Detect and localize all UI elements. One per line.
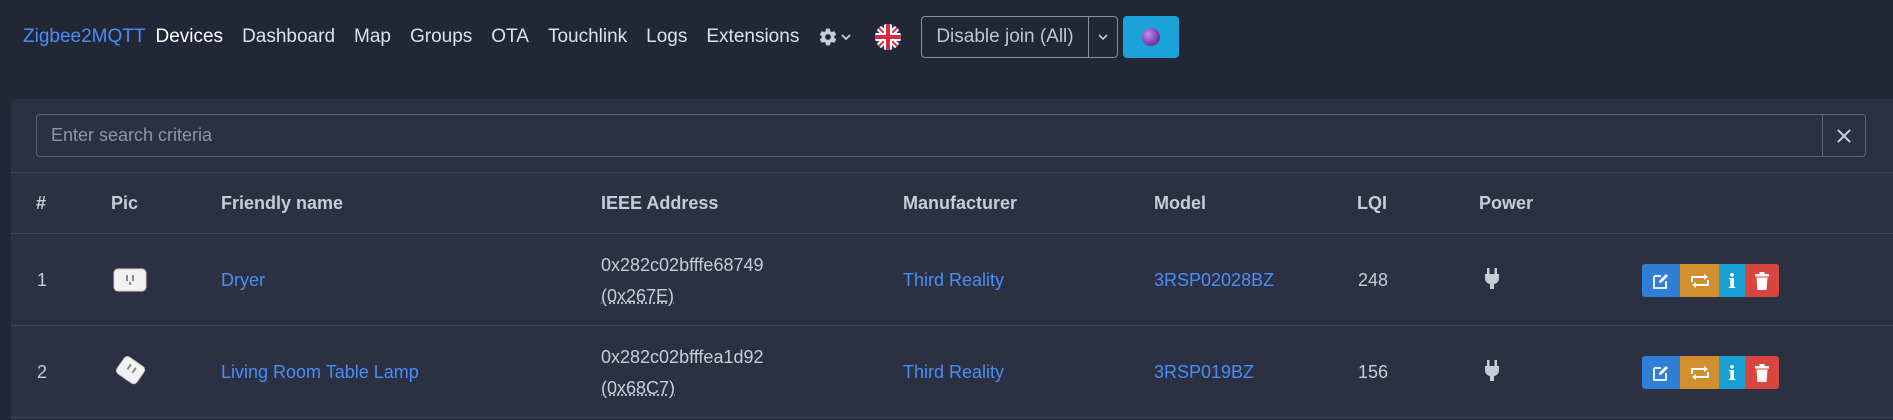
nav-extensions[interactable]: Extensions [706, 26, 799, 48]
model-link[interactable]: 3RSP02028BZ [1154, 270, 1274, 291]
row-index: 1 [37, 270, 48, 290]
header-pic: Pic [111, 193, 139, 213]
edit-icon [1653, 273, 1668, 289]
divider [11, 233, 1893, 234]
smart-plug-icon [112, 354, 148, 393]
remove-button[interactable] [1745, 264, 1779, 297]
edit-button[interactable] [1642, 264, 1680, 297]
settings-dropdown[interactable] [818, 27, 851, 47]
rename-button[interactable] [1680, 264, 1719, 297]
header-ieee[interactable]: IEEE Address [601, 193, 718, 214]
network-address: (0x68C7) [601, 378, 676, 398]
chevron-down-icon [1098, 34, 1108, 41]
nav-dashboard[interactable]: Dashboard [242, 26, 335, 48]
ieee-address: 0x282c02bfffea1d92 [601, 347, 764, 367]
remove-button[interactable] [1745, 356, 1779, 389]
model-link[interactable]: 3RSP019BZ [1154, 362, 1254, 383]
info-icon: i [1728, 360, 1736, 385]
close-icon [1837, 128, 1851, 143]
header-lqi[interactable]: LQI [1357, 193, 1387, 214]
search-input[interactable] [36, 114, 1822, 157]
info-button[interactable]: i [1719, 356, 1745, 389]
device-name-link[interactable]: Dryer [221, 270, 265, 291]
join-options-toggle[interactable] [1088, 16, 1118, 58]
header-manufacturer[interactable]: Manufacturer [903, 193, 1017, 214]
permit-join-timer-button[interactable] [1122, 16, 1179, 58]
plug-icon [1484, 360, 1500, 387]
rename-icon [1690, 365, 1709, 380]
header-model[interactable]: Model [1154, 193, 1206, 214]
divider [11, 325, 1893, 326]
nav-devices[interactable]: Devices [155, 26, 223, 48]
trash-icon [1755, 271, 1769, 290]
manufacturer-link[interactable]: Third Reality [903, 270, 1004, 291]
chevron-down-icon [841, 34, 851, 41]
nav-logs[interactable]: Logs [646, 26, 687, 48]
zigbee-orb-icon [1141, 28, 1160, 46]
rename-button[interactable] [1680, 356, 1719, 389]
trash-icon [1755, 363, 1769, 382]
permit-join-group: Disable join (All) [921, 16, 1118, 58]
manufacturer-link[interactable]: Third Reality [903, 362, 1004, 383]
row-index: 2 [37, 362, 48, 382]
network-address: (0x267E) [601, 286, 675, 306]
rename-icon [1690, 273, 1709, 288]
lqi-value: 248 [1358, 270, 1389, 290]
search-bar [36, 114, 1866, 157]
row-actions: i [1642, 356, 1779, 389]
header-index: # [36, 193, 47, 213]
header-friendly-name[interactable]: Friendly name [221, 193, 343, 214]
disable-join-button[interactable]: Disable join (All) [921, 16, 1089, 58]
clear-search-button[interactable] [1822, 114, 1866, 157]
divider [11, 172, 1893, 173]
nav-touchlink[interactable]: Touchlink [548, 26, 627, 48]
plug-icon [1484, 268, 1500, 295]
info-icon: i [1728, 268, 1736, 293]
edit-icon [1653, 365, 1668, 381]
ieee-address: 0x282c02bfffe68749 [601, 255, 764, 275]
info-button[interactable]: i [1719, 264, 1745, 297]
nav-groups[interactable]: Groups [410, 26, 472, 48]
nav-map[interactable]: Map [354, 26, 391, 48]
header-power[interactable]: Power [1479, 193, 1533, 214]
lqi-value: 156 [1358, 362, 1389, 382]
gear-icon [820, 28, 837, 46]
brand-link[interactable]: Zigbee2MQTT [23, 26, 145, 48]
uk-flag-icon[interactable] [875, 24, 902, 50]
divider [11, 417, 1893, 418]
smart-plug-icon [112, 267, 148, 298]
edit-button[interactable] [1642, 356, 1680, 389]
nav-ota[interactable]: OTA [491, 26, 529, 48]
navbar: Zigbee2MQTT Devices Dashboard Map Groups… [0, 0, 1893, 74]
device-name-link[interactable]: Living Room Table Lamp [221, 362, 419, 383]
row-actions: i [1642, 264, 1779, 297]
